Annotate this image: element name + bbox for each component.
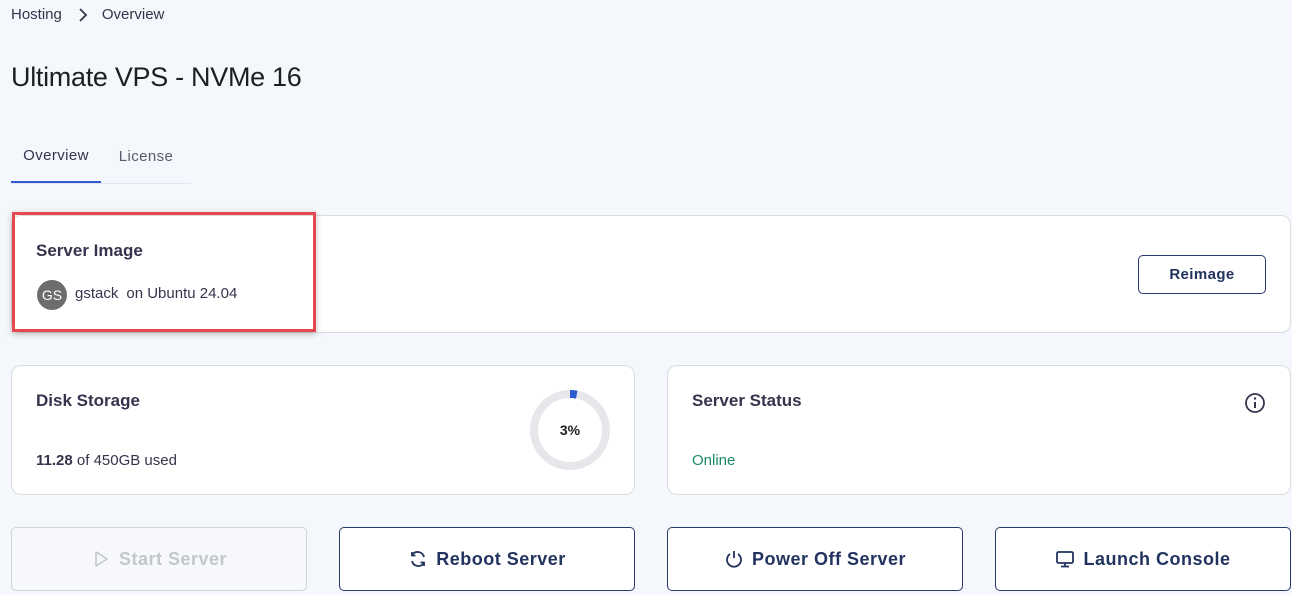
- server-status-title: Server Status: [692, 391, 802, 410]
- power-off-server-label: Power Off Server: [751, 548, 907, 569]
- power-icon: [726, 551, 742, 568]
- disk-usage-suffix: of 450GB used: [76, 452, 177, 469]
- start-server-label: Start Server: [118, 548, 228, 569]
- breadcrumb-hosting-link[interactable]: Hosting: [11, 6, 62, 23]
- reboot-server-label: Reboot Server: [436, 548, 566, 569]
- server-status-card: Server Status Online: [667, 365, 1291, 495]
- server-status-value: Online: [692, 452, 736, 469]
- os-text: on Ubuntu 24.04: [126, 285, 238, 302]
- server-image-title: Server Image: [36, 241, 143, 260]
- tab-bar: Overview License: [11, 130, 191, 184]
- page-title: Ultimate VPS - NVMe 16: [11, 62, 302, 92]
- disk-storage-title: Disk Storage: [36, 391, 140, 410]
- server-image-card: Server Image GS gstack on Ubuntu 24.04 R…: [11, 215, 1291, 333]
- chevron-right-icon: [78, 7, 88, 22]
- launch-console-button[interactable]: Launch Console: [995, 527, 1291, 591]
- app-name: gstack: [75, 285, 119, 302]
- start-server-button[interactable]: Start Server: [11, 527, 307, 591]
- breadcrumb-current: Overview: [101, 6, 165, 23]
- server-image-info: gstack on Ubuntu 24.04: [75, 285, 237, 302]
- disk-storage-card: Disk Storage 11.28 of 450GB used 3%: [11, 365, 635, 495]
- disk-usage-text: 11.28 of 450GB used: [36, 452, 177, 469]
- launch-console-label: Launch Console: [1083, 548, 1231, 569]
- tab-overview[interactable]: Overview: [11, 130, 101, 183]
- disk-used-value: 11.28: [36, 452, 73, 469]
- breadcrumb: Hosting Overview: [11, 6, 164, 23]
- refresh-icon: [411, 551, 426, 567]
- play-icon: [95, 551, 108, 567]
- tab-license[interactable]: License: [101, 130, 191, 182]
- power-off-server-button[interactable]: Power Off Server: [667, 527, 963, 591]
- avatar: GS: [37, 280, 67, 310]
- monitor-icon: [1056, 551, 1075, 568]
- reboot-server-button[interactable]: Reboot Server: [339, 527, 635, 591]
- disk-usage-percent: 3%: [559, 422, 581, 438]
- info-icon[interactable]: [1244, 392, 1266, 414]
- reimage-button[interactable]: Reimage: [1138, 255, 1266, 294]
